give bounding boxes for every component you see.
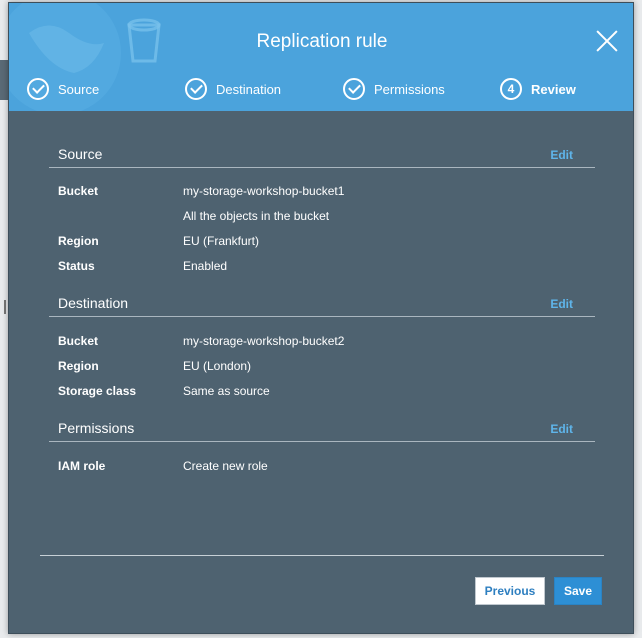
destination-region-label: Region bbox=[58, 359, 99, 373]
step-label: Source bbox=[58, 81, 100, 97]
check-circle-icon bbox=[343, 78, 365, 100]
step-source[interactable]: Source bbox=[27, 75, 99, 103]
storage-class-value: Same as source bbox=[183, 384, 270, 398]
section-title: Source bbox=[58, 146, 103, 162]
dialog-title: Replication rule bbox=[256, 31, 388, 52]
section-source-header: Source Edit bbox=[49, 140, 595, 168]
storage-class-label: Storage class bbox=[58, 384, 137, 398]
footer-divider bbox=[40, 555, 604, 556]
check-circle-icon bbox=[185, 78, 207, 100]
source-region-label: Region bbox=[58, 234, 99, 248]
replication-rule-dialog: Replication rule Source Destination Perm… bbox=[8, 2, 634, 634]
dialog-header: Replication rule Source Destination Perm… bbox=[9, 3, 633, 111]
step-review[interactable]: 4 Review bbox=[500, 75, 576, 103]
step-number-badge: 4 bbox=[500, 78, 522, 100]
check-circle-icon bbox=[27, 78, 49, 100]
destination-bucket-value: my-storage-workshop-bucket2 bbox=[183, 334, 345, 348]
edit-permissions-link[interactable]: Edit bbox=[550, 422, 573, 436]
source-bucket-label: Bucket bbox=[58, 184, 99, 198]
source-bucket-value: my-storage-workshop-bucket1 bbox=[183, 184, 345, 198]
step-label: Review bbox=[531, 81, 576, 97]
close-icon[interactable] bbox=[595, 29, 619, 53]
step-permissions[interactable]: Permissions bbox=[343, 75, 445, 103]
section-title: Destination bbox=[58, 295, 129, 311]
save-button[interactable]: Save bbox=[554, 577, 602, 605]
section-title: Permissions bbox=[58, 420, 135, 436]
step-label: Permissions bbox=[374, 81, 445, 97]
section-permissions-header: Permissions Edit bbox=[49, 414, 595, 442]
source-region-value: EU (Frankfurt) bbox=[183, 234, 260, 248]
source-status-value: Enabled bbox=[183, 259, 228, 273]
background-divider bbox=[4, 300, 6, 314]
iam-role-value: Create new role bbox=[183, 459, 268, 473]
source-scope-value: All the objects in the bucket bbox=[183, 209, 330, 223]
edit-destination-link[interactable]: Edit bbox=[550, 297, 573, 311]
section-destination-header: Destination Edit bbox=[49, 289, 595, 317]
destination-region-value: EU (London) bbox=[183, 359, 252, 373]
previous-button[interactable]: Previous bbox=[475, 577, 545, 605]
wizard-steps: Source Destination Permissions 4 Review bbox=[9, 75, 633, 103]
iam-role-label: IAM role bbox=[58, 459, 106, 473]
step-destination[interactable]: Destination bbox=[185, 75, 281, 103]
edit-source-link[interactable]: Edit bbox=[550, 148, 573, 162]
destination-bucket-label: Bucket bbox=[58, 334, 99, 348]
step-label: Destination bbox=[216, 81, 282, 97]
source-status-label: Status bbox=[58, 259, 95, 273]
